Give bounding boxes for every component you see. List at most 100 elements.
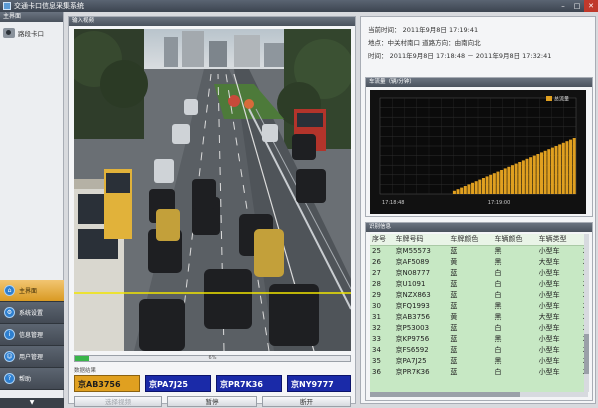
table-row[interactable]: 30京FQ1993蓝黑小型车2011 — [370, 301, 588, 312]
table-cell: 26 — [372, 257, 381, 266]
table-row[interactable]: 28京U1091蓝白小型车2011 — [370, 279, 588, 290]
chart-bar — [507, 166, 511, 194]
table-cell: 白 — [494, 290, 502, 299]
info-icon: i — [4, 329, 15, 340]
chart-bar — [471, 182, 475, 194]
user-icon: ☺ — [4, 351, 15, 362]
column-header[interactable]: 车牌号码 — [393, 234, 449, 246]
chart-bar — [510, 165, 514, 194]
scroll-thumb[interactable] — [370, 392, 520, 397]
chart-bar — [496, 171, 500, 194]
sidebar-item-home[interactable]: ⌂ 主界面 — [0, 280, 64, 302]
table-cell: 小型车 — [538, 246, 560, 255]
chart-legend-label: 总流量 — [554, 96, 569, 103]
table-cell: 小型车 — [538, 334, 560, 343]
table-cell: 蓝 — [450, 356, 458, 365]
table-cell: 小型车 — [538, 356, 560, 365]
location-direction: 地点：中关村南口 道路方向：由南向北 — [368, 39, 481, 47]
table-cell: 黑 — [494, 312, 502, 321]
table-cell: 黑 — [494, 246, 502, 255]
table-cell: 35 — [372, 356, 381, 365]
chart-bar — [463, 186, 467, 194]
camera-entry[interactable]: 路段卡口 — [0, 22, 63, 44]
camera-icon — [3, 28, 15, 38]
sidebar: 主界面 路段卡口 ⌂ 主界面 ⚙ 系统设置 i 信息管理 ☺ 用户管理 ? 帮助… — [0, 12, 64, 408]
table-cell: 京AB3756 — [395, 312, 430, 321]
table-row[interactable]: 31京AB3756黄黑大型车2011 — [370, 312, 588, 323]
chart-bar — [543, 150, 547, 194]
chart-bar — [456, 189, 460, 194]
chart-bar — [565, 141, 569, 194]
close-icon[interactable]: ✕ — [584, 0, 598, 12]
minimize-icon[interactable]: – — [556, 0, 570, 12]
table-row[interactable]: 27京N08777蓝白小型车2011 — [370, 268, 588, 279]
chart-title: 车流量（辆/分钟） — [366, 78, 592, 87]
settings-icon: ⚙ — [4, 307, 15, 318]
table-cell: 32 — [372, 323, 381, 332]
sidebar-header: 主界面 — [0, 12, 63, 22]
help-icon: ? — [4, 373, 15, 384]
table-row[interactable]: 25京M55573蓝黑小型车2011 — [370, 245, 588, 257]
table-cell: 30 — [372, 301, 381, 310]
table-cell: 黄 — [450, 312, 458, 321]
chart-bar — [572, 138, 576, 194]
table-row[interactable]: 32京P53003蓝白小型车2011 — [370, 323, 588, 334]
scroll-thumb[interactable] — [584, 334, 589, 374]
table-cell: 白 — [494, 323, 502, 332]
table-cell: 蓝 — [450, 279, 458, 288]
video-panel: 输入视频 6% 数据结果 京AB3756 京PA7J25 京PR7K36 京NY… — [68, 16, 356, 407]
horizontal-scrollbar[interactable] — [370, 392, 588, 397]
sidebar-collapse-button[interactable]: ▼ — [0, 398, 64, 408]
table-row[interactable]: 35京PA7J25蓝黑小型车2011 — [370, 356, 588, 367]
sidebar-item-users[interactable]: ☺ 用户管理 — [0, 346, 64, 368]
info-lines: 当前时间： 2011年9月8日 17:19:41 地点：中关村南口 道路方向：由… — [368, 24, 551, 63]
chart-bar — [532, 155, 536, 194]
sidebar-item-help[interactable]: ? 帮助 — [0, 368, 64, 390]
sidebar-item-settings[interactable]: ⚙ 系统设置 — [0, 302, 64, 324]
chart-bar — [525, 158, 529, 194]
table-cell: 黑 — [494, 334, 502, 343]
info-panel: 当前时间： 2011年9月8日 17:19:41 地点：中关村南口 道路方向：由… — [360, 16, 596, 404]
window-controls: – □ ✕ — [556, 0, 598, 12]
table-row[interactable]: 34京FS6592蓝白小型车2011 — [370, 345, 588, 356]
flow-chart: 总流量 17:18:48 17:19:00 — [370, 90, 586, 214]
sidebar-item-label: 系统设置 — [19, 310, 44, 317]
chart-tick-label: 17:19:00 — [488, 200, 510, 206]
table-cell: 黑 — [494, 356, 502, 365]
table-row[interactable]: 33京KP9756蓝黑小型车2011 — [370, 334, 588, 345]
vertical-scrollbar[interactable] — [584, 234, 589, 392]
select-video-button[interactable]: 选择视频 — [74, 396, 162, 407]
column-header[interactable]: 车辆颜色 — [492, 234, 537, 246]
table-header-row: 序号 车牌号码 车牌颜色 车辆颜色 车辆类型 — [370, 234, 588, 246]
app-icon — [3, 2, 11, 10]
column-header[interactable]: 序号 — [370, 234, 394, 246]
sidebar-item-info[interactable]: i 信息管理 — [0, 324, 64, 346]
chart-bar — [478, 179, 482, 194]
table-row[interactable]: 26京AF5089黄黑大型车2011 — [370, 257, 588, 268]
table-cell: 白 — [494, 279, 502, 288]
chart-legend-swatch — [546, 96, 552, 101]
table-cell: 25 — [372, 246, 381, 255]
table-cell: 小型车 — [538, 323, 560, 332]
table-cell: 蓝 — [450, 246, 458, 255]
maximize-icon[interactable]: □ — [570, 0, 584, 12]
sidebar-nav: ⌂ 主界面 ⚙ 系统设置 i 信息管理 ☺ 用户管理 ? 帮助 — [0, 280, 64, 390]
table-cell: 白 — [494, 268, 502, 277]
column-header[interactable]: 车辆类型 — [536, 234, 581, 246]
disconnect-button[interactable]: 断开 — [262, 396, 351, 407]
traffic-scene-image — [74, 29, 351, 351]
video-progress-bar[interactable]: 6% — [74, 355, 351, 362]
plate-badge: 京PA7J25 — [145, 375, 211, 392]
chart-bar — [550, 147, 554, 194]
table-row[interactable]: 36京PR7K36蓝白小型车2011 — [370, 367, 588, 378]
chart-bar — [452, 190, 456, 194]
table-row[interactable]: 29京NZX863蓝白小型车2011 — [370, 290, 588, 301]
time-range: 时间： 2011年9月8日 17:18:48 － 2011年9月8日 17:32… — [368, 52, 552, 60]
table-cell: 蓝 — [450, 334, 458, 343]
pause-button[interactable]: 暂停 — [167, 396, 257, 407]
table-cell: 京P53003 — [395, 323, 430, 332]
table-cell: 小型车 — [538, 367, 560, 376]
chart-bar — [489, 174, 493, 194]
column-header[interactable]: 车牌颜色 — [448, 234, 493, 246]
table-cell: 京M55573 — [395, 246, 431, 255]
